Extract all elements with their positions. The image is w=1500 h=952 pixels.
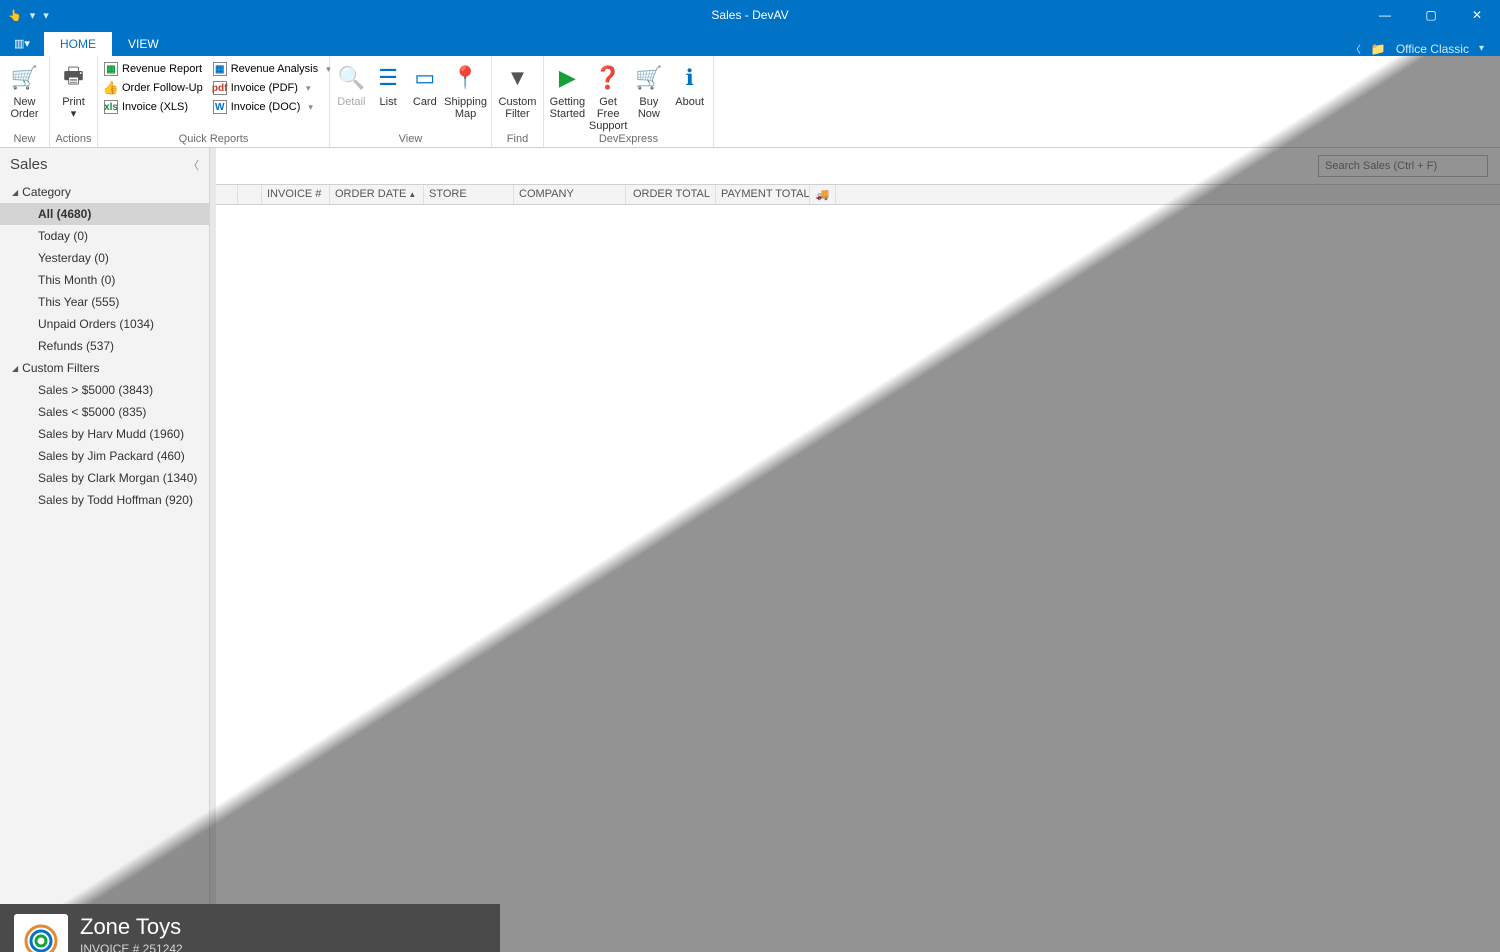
print-button[interactable]: 🖶Print▾ [54, 58, 93, 120]
nav-item[interactable]: Refunds (537) [0, 335, 209, 357]
nav-item[interactable]: Yesterday (0) [0, 247, 209, 269]
ribbon: 🛒New Order New 🖶Print▾ Actions ▦Revenue … [0, 56, 1500, 148]
view-detail-button: 🔍Detail [334, 58, 369, 108]
nav-item[interactable]: This Month (0) [0, 269, 209, 291]
nav-item[interactable]: Sales by Clark Morgan (1340) [0, 467, 209, 489]
main-content: Sales 〈 ◢ CategoryAll (4680)Today (0)Yest… [0, 148, 1500, 904]
minimize-button[interactable]: — [1362, 0, 1408, 30]
nav-item[interactable]: Sales by Jim Packard (460) [0, 445, 209, 467]
col-store[interactable]: STORE [424, 185, 514, 204]
theme-selector[interactable]: Office Classic [1396, 42, 1469, 56]
detail-company: Zone Toys [80, 914, 183, 940]
nav-item[interactable]: This Year (555) [0, 291, 209, 313]
buy-now-button[interactable]: 🛒Buy Now [630, 58, 669, 120]
grid-area: INVOICE # ORDER DATE▲ STORE COMPANY ORDE… [210, 148, 1500, 904]
qr-invoice-xls[interactable]: xlsInvoice (XLS) [102, 98, 209, 116]
view-list-button[interactable]: ☰List [371, 58, 406, 108]
shipping-map-button[interactable]: 📍Shipping Map [444, 58, 487, 120]
nav-group[interactable]: ◢ Category [0, 181, 209, 203]
theme-folder-icon: 📁 [1371, 42, 1386, 56]
ribbon-tabs: ▥▾ HOME VIEW 〈 📁 Office Classic ▾ [0, 30, 1500, 56]
detail-panel: ✎ ✕ ⧉ 🖶 ↑ ↓ Zone Toys INVOICE # 251242 P… [0, 904, 500, 952]
nav-item[interactable]: All (4680) [0, 203, 209, 225]
nav-panel-title: Sales [10, 156, 48, 173]
qr-invoice-pdf[interactable]: pdfInvoice (PDF) ▾ [211, 79, 337, 97]
company-logo [14, 914, 68, 952]
theme-dropdown-icon[interactable]: ▾ [1479, 43, 1484, 54]
about-button[interactable]: ℹAbout [670, 58, 709, 108]
nav-item[interactable]: Today (0) [0, 225, 209, 247]
sort-asc-icon: ▲ [408, 190, 416, 199]
nav-item[interactable]: Sales < $5000 (835) [0, 401, 209, 423]
nav-item[interactable]: Sales by Harv Mudd (1960) [0, 423, 209, 445]
window-title: Sales - DevAV [711, 8, 788, 22]
nav-collapse-icon[interactable]: 〈 [188, 157, 199, 173]
qr-order-followup[interactable]: 👍Order Follow-Up [102, 79, 209, 97]
qat-dropdown-icon[interactable]: ▾ [30, 9, 36, 22]
qr-revenue-report[interactable]: ▦Revenue Report [102, 60, 209, 78]
col-order-date[interactable]: ORDER DATE▲ [330, 185, 424, 204]
maximize-button[interactable]: ▢ [1408, 0, 1454, 30]
qat-dropdown-icon-2[interactable]: ▾ [43, 9, 49, 22]
col-invoice[interactable]: INVOICE # [262, 185, 330, 204]
detail-invoice-label: INVOICE # 251242 [80, 942, 183, 952]
get-support-button[interactable]: ❓Get Free Support [589, 58, 628, 132]
getting-started-button[interactable]: ▶Getting Started [548, 58, 587, 120]
nav-group[interactable]: ◢ Custom Filters [0, 357, 209, 379]
nav-item[interactable]: Unpaid Orders (1034) [0, 313, 209, 335]
titlebar: 👆 ▾ ▾ Sales - DevAV — ▢ ✕ [0, 0, 1500, 30]
close-button[interactable]: ✕ [1454, 0, 1500, 30]
custom-filter-button[interactable]: ▼Custom Filter [496, 58, 539, 120]
tab-home[interactable]: HOME [44, 32, 112, 56]
search-input[interactable] [1318, 155, 1488, 177]
view-card-button[interactable]: ▭Card [407, 58, 442, 108]
col-company[interactable]: COMPANY [514, 185, 626, 204]
view-menu-dropdown[interactable]: ▥▾ [0, 30, 44, 56]
nav-item[interactable]: Sales > $5000 (3843) [0, 379, 209, 401]
qr-revenue-analysis[interactable]: ▦Revenue Analysis ▾ [211, 60, 337, 78]
qat-icon[interactable]: 👆 [8, 9, 22, 22]
quick-access-toolbar: 👆 ▾ ▾ [0, 9, 49, 22]
col-order-total[interactable]: ORDER TOTAL [626, 185, 716, 204]
new-order-button[interactable]: 🛒New Order [4, 58, 45, 120]
nav-panel: Sales 〈 ◢ CategoryAll (4680)Today (0)Yest… [0, 148, 210, 904]
col-payment-total[interactable]: PAYMENT TOTAL [716, 185, 810, 204]
qr-invoice-doc[interactable]: WInvoice (DOC) ▾ [211, 98, 337, 116]
col-shipping-icon[interactable]: 🚚 [810, 185, 836, 204]
ribbon-collapse-icon[interactable]: 〈 [1351, 41, 1361, 56]
grid-header: INVOICE # ORDER DATE▲ STORE COMPANY ORDE… [216, 184, 1500, 205]
nav-item[interactable]: Sales by Todd Hoffman (920) [0, 489, 209, 511]
tab-view[interactable]: VIEW [112, 32, 175, 56]
